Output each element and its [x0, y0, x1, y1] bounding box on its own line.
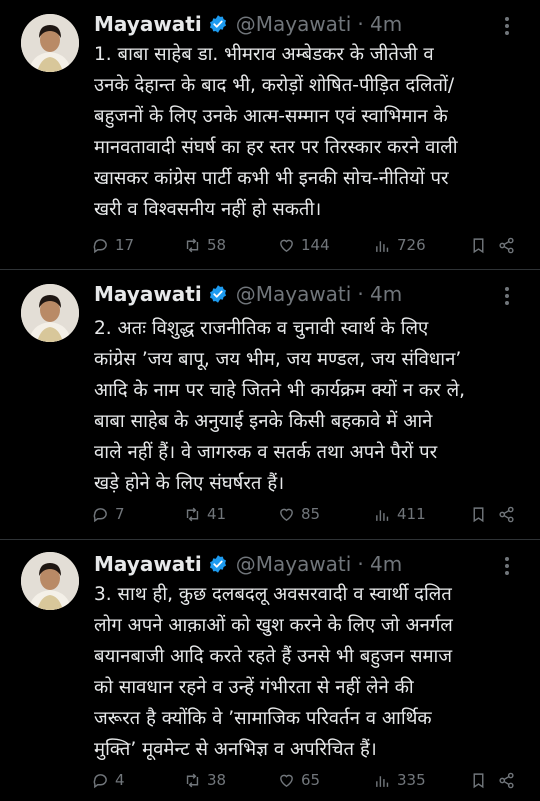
share-icon	[499, 506, 514, 522]
tweet-header: Mayawati @Mayawati · 4m	[94, 550, 402, 578]
tweet-actions: 4 38 65 335	[92, 769, 522, 791]
bookmark-icon	[473, 772, 484, 788]
share-icon	[499, 772, 514, 788]
avatar[interactable]	[21, 14, 79, 72]
retweet-button[interactable]: 38	[184, 769, 226, 791]
reply-button[interactable]: 17	[92, 234, 134, 256]
reply-icon	[93, 773, 107, 788]
more-options-icon[interactable]	[498, 556, 516, 576]
like-button[interactable]: 144	[278, 234, 330, 256]
views-count: 726	[397, 236, 426, 254]
like-button[interactable]: 85	[278, 503, 320, 525]
share-button[interactable]	[498, 769, 515, 791]
bookmark-button[interactable]	[470, 503, 487, 525]
share-button[interactable]	[498, 234, 515, 256]
text-line: मुक्ति’ मूवमेन्ट से अनभिज्ञ व अपरिचित है…	[94, 739, 377, 760]
like-count: 85	[301, 505, 321, 523]
retweet-button[interactable]: 58	[184, 234, 226, 256]
text-line: को सावधान रहने व उन्हें गंभीरता से नहीं …	[94, 677, 414, 698]
reply-count: 7	[115, 505, 125, 523]
avatar[interactable]	[21, 552, 79, 610]
timestamp[interactable]: · 4m	[357, 282, 402, 306]
retweet-button[interactable]: 41	[184, 503, 226, 525]
retweet-count: 38	[207, 771, 227, 789]
heart-icon	[280, 239, 293, 252]
tweet-text: 2. अतः विशुद्ध राजनीतिक व चुनावी स्वार्थ…	[94, 313, 524, 499]
views-count: 335	[397, 771, 426, 789]
author-handle[interactable]: @Mayawati	[236, 12, 352, 36]
bookmark-icon	[473, 237, 484, 253]
text-line: मानवतावादी संघर्ष का हर स्तर पर तिरस्कार…	[94, 137, 458, 158]
more-options-icon[interactable]	[498, 16, 516, 36]
reply-icon	[93, 507, 107, 522]
tweet-actions: 7 41 85 411	[92, 503, 522, 525]
author-name[interactable]: Mayawati	[94, 12, 202, 36]
tweet-header: Mayawati @Mayawati · 4m	[94, 280, 402, 308]
retweet-icon	[186, 773, 199, 787]
retweet-icon	[186, 507, 199, 521]
avatar[interactable]	[21, 284, 79, 342]
text-line: लोग अपने आक़ाओं को खुश करने के लिए जो अन…	[94, 615, 453, 636]
text-line: बाबा साहेब के अनुयाई इनके किसी बहकावे मे…	[94, 411, 433, 432]
text-line: कांग्रेस ’जय बापू, जय भीम, जय मण्डल, जय …	[94, 349, 462, 370]
reply-button[interactable]: 7	[92, 503, 125, 525]
views-chart-icon	[376, 509, 389, 521]
retweet-count: 41	[207, 505, 227, 523]
text-line: उनके देहान्त के बाद भी, करोड़ों शोषित-पी…	[94, 75, 455, 96]
tweet-1[interactable]: Mayawati @Mayawati · 4m 1. बाबा साहेब डा…	[0, 0, 540, 270]
verified-badge-icon	[209, 285, 226, 303]
views-button[interactable]: 411	[374, 503, 426, 525]
reply-icon	[93, 238, 107, 253]
author-name[interactable]: Mayawati	[94, 282, 202, 306]
reply-count: 17	[115, 236, 135, 254]
views-button[interactable]: 726	[374, 234, 426, 256]
text-line: 3. साथ ही, कुछ दलबदलू अवसरवादी व स्वार्थ…	[94, 584, 452, 605]
verified-badge-icon	[209, 555, 226, 573]
author-handle[interactable]: @Mayawati	[236, 552, 352, 576]
like-button[interactable]: 65	[278, 769, 320, 791]
share-button[interactable]	[498, 503, 515, 525]
reply-button[interactable]: 4	[92, 769, 125, 791]
timestamp[interactable]: · 4m	[357, 12, 402, 36]
text-line: खरी व विश्वसनीय नहीं हो सकती।	[94, 199, 322, 220]
tweet-header: Mayawati @Mayawati · 4m	[94, 10, 402, 38]
author-handle[interactable]: @Mayawati	[236, 282, 352, 306]
text-line: बहुजनों के लिए उनके आत्म-सम्मान एवं स्वा…	[94, 106, 448, 127]
text-line: आदि के नाम पर चाहे जितने भी कार्यक्रम क्…	[94, 380, 465, 401]
tweet-text: 1. बाबा साहेब डा. भीमराव अम्बेडकर के जीत…	[94, 39, 524, 225]
tweet-text: 3. साथ ही, कुछ दलबदलू अवसरवादी व स्वार्थ…	[94, 579, 524, 765]
bookmark-icon	[473, 506, 484, 522]
text-line: खड़े होने के लिए संघर्षरत हैं।	[94, 473, 285, 494]
heart-icon	[280, 508, 293, 521]
retweet-count: 58	[207, 236, 227, 254]
more-options-icon[interactable]	[498, 286, 516, 306]
tweet-actions: 17 58 144 726	[92, 234, 522, 256]
avatar-portrait-icon	[21, 552, 79, 610]
text-line: बयानबाजी आदि करते रहते हैं उनसे भी बहुजन…	[94, 646, 453, 667]
text-line: खासकर कांग्रेस पार्टी कभी भी इनकी सोच-नी…	[94, 168, 449, 189]
like-count: 144	[301, 236, 330, 254]
author-name[interactable]: Mayawati	[94, 552, 202, 576]
share-icon	[499, 237, 514, 253]
views-chart-icon	[376, 240, 389, 252]
bookmark-button[interactable]	[470, 769, 487, 791]
text-line: 2. अतः विशुद्ध राजनीतिक व चुनावी स्वार्थ…	[94, 318, 429, 339]
views-button[interactable]: 335	[374, 769, 426, 791]
timestamp[interactable]: · 4m	[357, 552, 402, 576]
heart-icon	[280, 774, 293, 787]
verified-badge-icon	[209, 15, 226, 33]
views-count: 411	[397, 505, 426, 523]
tweet-2[interactable]: Mayawati @Mayawati · 4m 2. अतः विशुद्ध र…	[0, 270, 540, 540]
tweet-3[interactable]: Mayawati @Mayawati · 4m 3. साथ ही, कुछ द…	[0, 540, 540, 801]
bookmark-button[interactable]	[470, 234, 487, 256]
reply-count: 4	[115, 771, 125, 789]
text-line: वाले नहीं हैं। वे जागरुक व सतर्क तथा अपन…	[94, 442, 438, 463]
views-chart-icon	[376, 775, 389, 787]
like-count: 65	[301, 771, 321, 789]
text-line: जरूरत है क्योंकि वे ’सामाजिक परिवर्तन व …	[94, 708, 432, 729]
retweet-icon	[186, 238, 199, 252]
text-line: 1. बाबा साहेब डा. भीमराव अम्बेडकर के जीत…	[94, 44, 434, 65]
avatar-portrait-icon	[21, 284, 79, 342]
avatar-portrait-icon	[21, 14, 79, 72]
